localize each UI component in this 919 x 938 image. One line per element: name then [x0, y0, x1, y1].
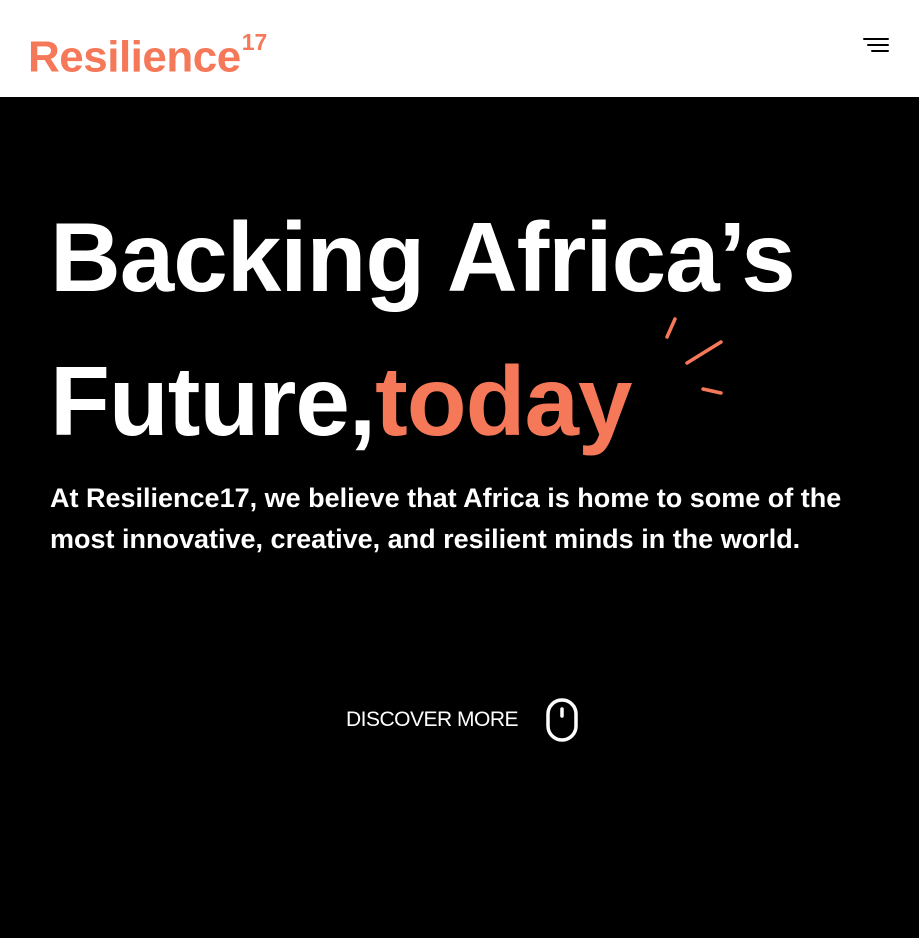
- site-header: Resilience17: [0, 0, 919, 97]
- hero-intro-text: At Resilience17, we believe that Africa …: [50, 483, 842, 554]
- discover-more-button[interactable]: DISCOVER MORE: [346, 698, 578, 742]
- mouse-scroll-icon: [546, 698, 578, 742]
- logo-text: Resilience: [28, 32, 241, 82]
- logo-superscript: 17: [241, 29, 268, 55]
- hamburger-menu-icon: [863, 38, 889, 52]
- page: Resilience17 Backing Africa’s Future,tod…: [0, 0, 919, 938]
- headline-line-1: Backing Africa’s: [50, 202, 796, 312]
- headline-accent: today: [375, 346, 632, 456]
- discover-more-label: DISCOVER MORE: [346, 708, 519, 731]
- headline-line-2: Future,: [50, 346, 376, 456]
- hero-section: Backing Africa’s Future,today At Resilie…: [0, 97, 919, 938]
- menu-button[interactable]: [856, 30, 896, 62]
- spark-lines-icon: [665, 317, 723, 395]
- logo[interactable]: Resilience17: [28, 22, 267, 84]
